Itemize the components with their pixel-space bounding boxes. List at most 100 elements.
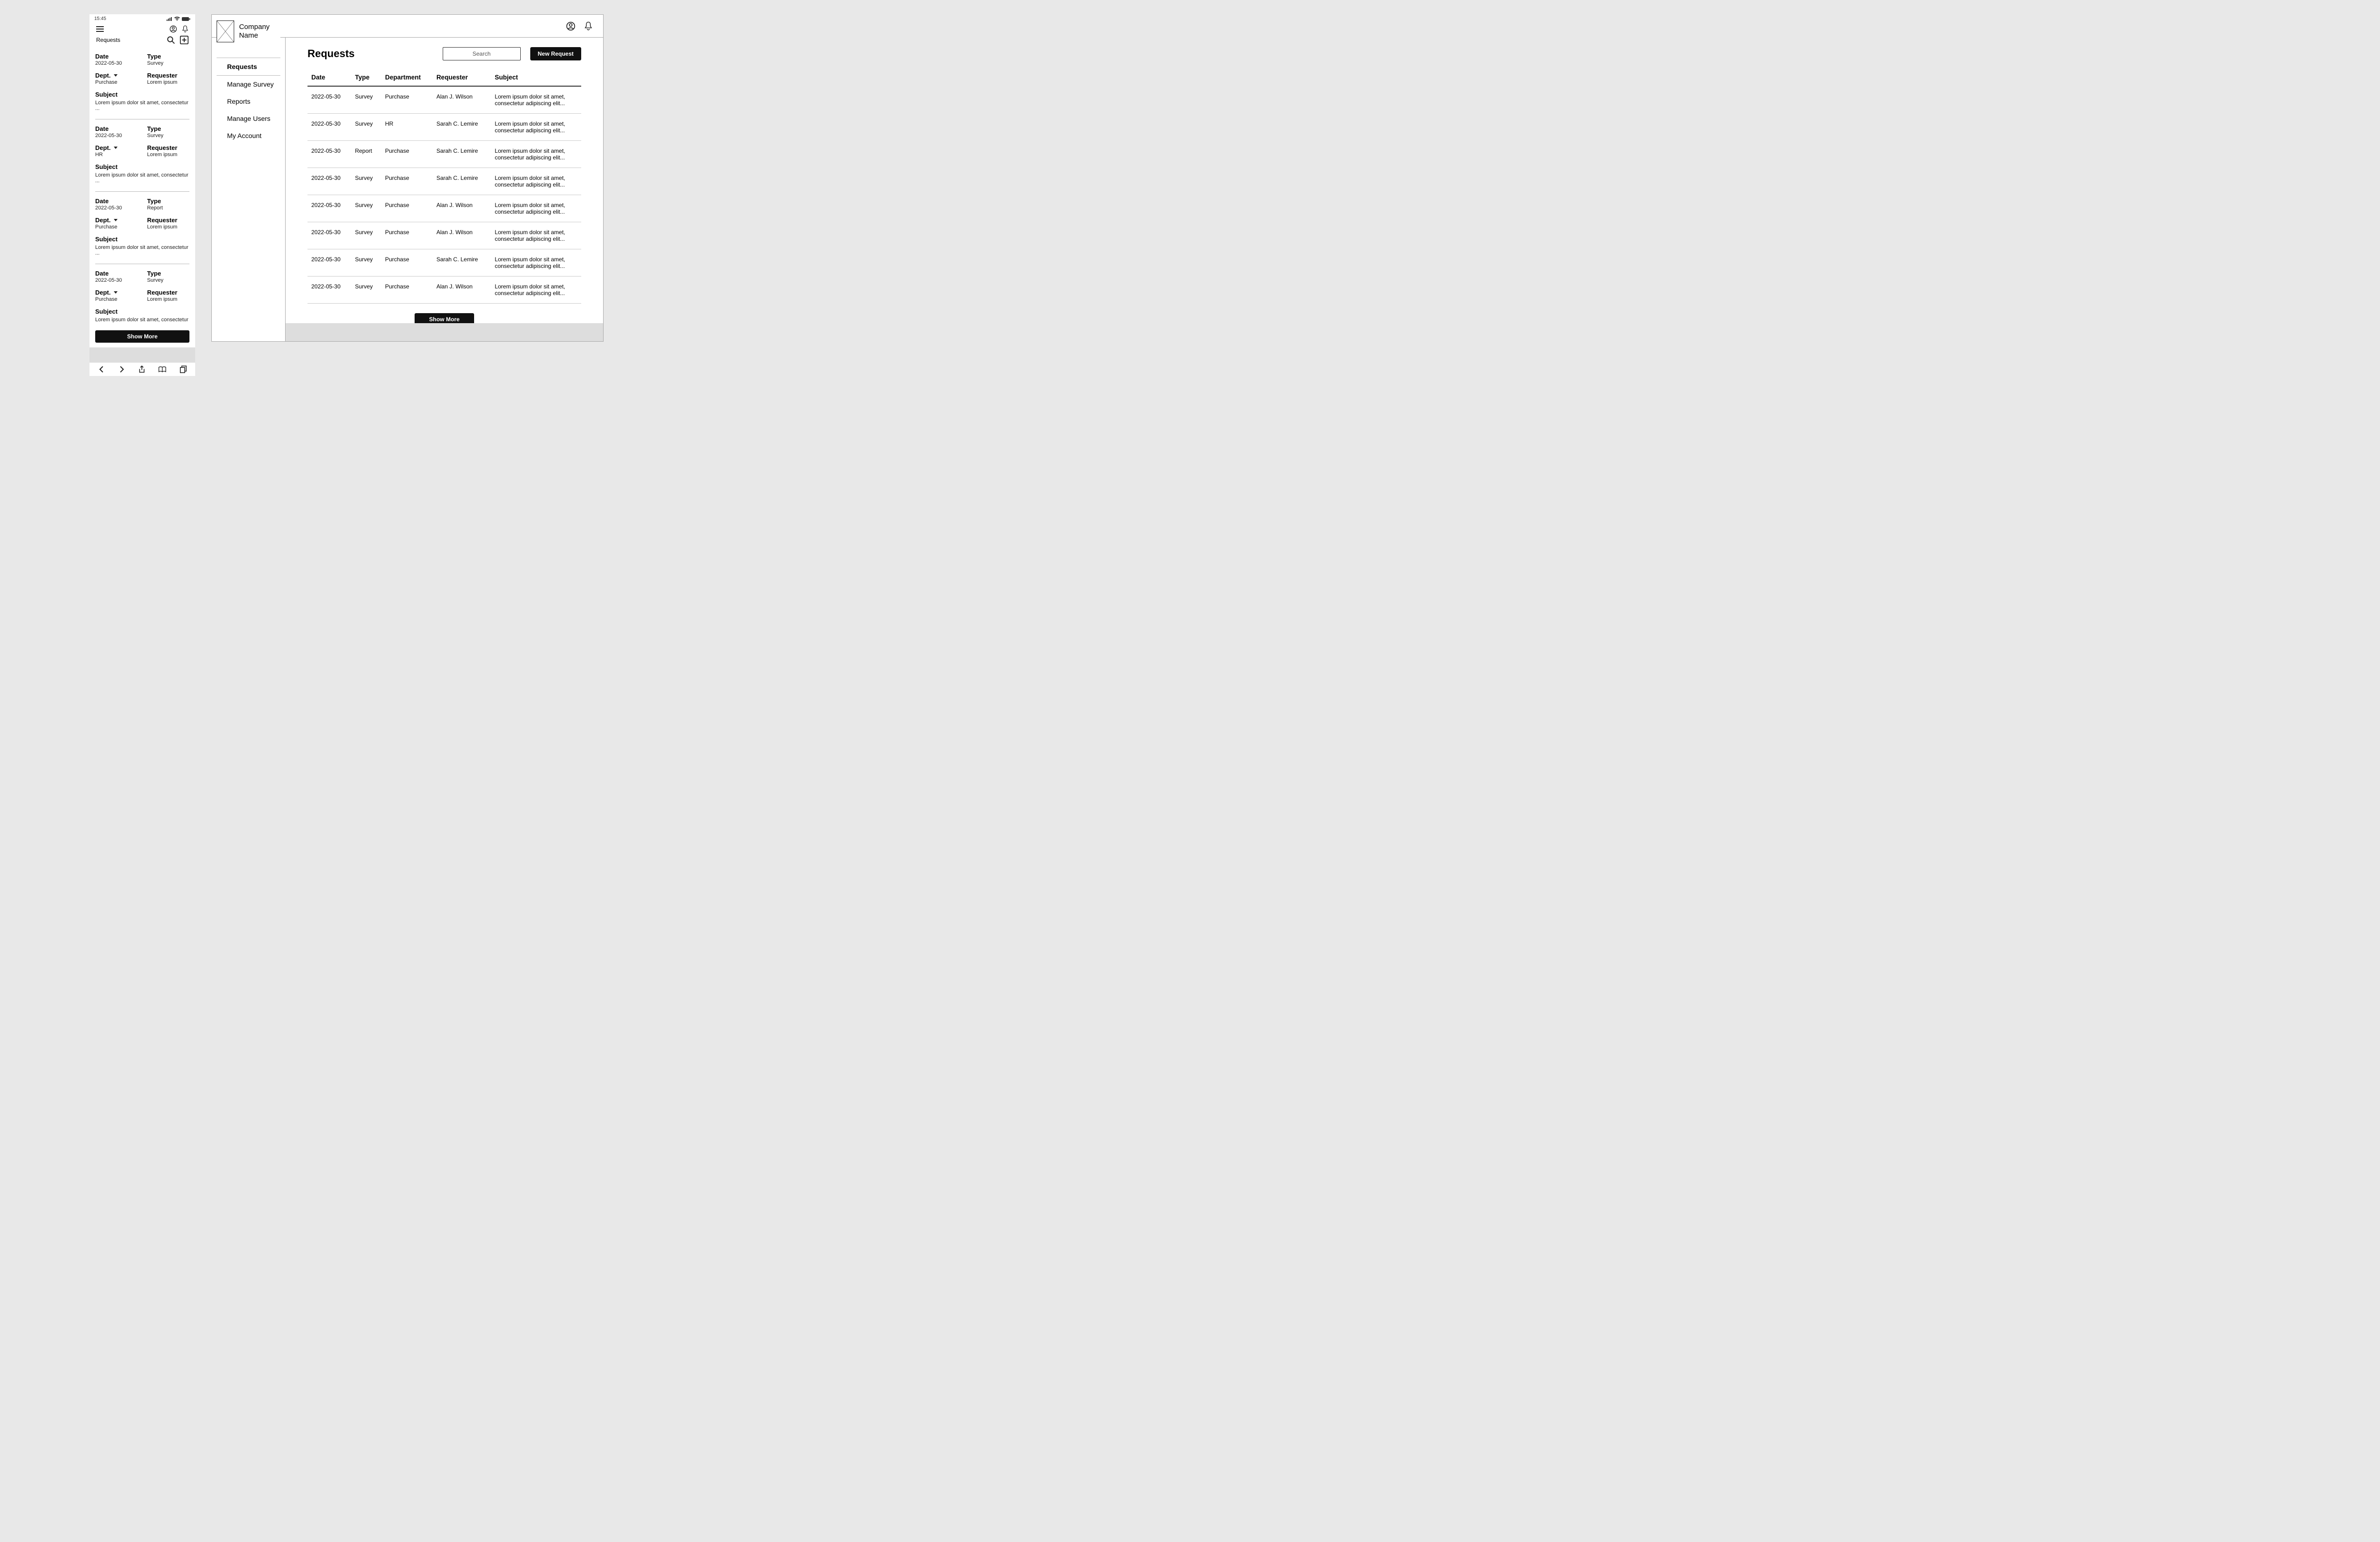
cell-requester: Sarah C. Lemire (433, 114, 491, 141)
chevron-down-icon (114, 291, 118, 294)
cell-department: Purchase (381, 195, 433, 222)
cell-department: Purchase (381, 86, 433, 114)
cell-type: Survey (351, 222, 381, 249)
menu-icon[interactable] (96, 26, 104, 32)
value-subject: Lorem ipsum dolor sit amet, consectetur … (95, 172, 189, 184)
cell-date: 2022-05-30 (307, 222, 351, 249)
value-date: 2022-05-30 (95, 60, 138, 66)
table-row[interactable]: 2022-05-30SurveyPurchaseSarah C. LemireL… (307, 168, 581, 195)
table-row[interactable]: 2022-05-30SurveyPurchaseAlan J. WilsonLo… (307, 195, 581, 222)
status-bar: 15:45 (89, 14, 195, 22)
cell-requester: Alan J. Wilson (433, 277, 491, 304)
cell-department: Purchase (381, 249, 433, 277)
chevron-down-icon (114, 219, 118, 222)
brand: Company Name (217, 15, 280, 53)
sidebar-item-manage-survey[interactable]: Manage Survey (217, 76, 280, 93)
requests-table: Date Type Department Requester Subject 2… (307, 74, 581, 304)
label-type: Type (147, 53, 189, 60)
label-date: Date (95, 198, 138, 205)
sidebar-item-requests[interactable]: Requests (217, 58, 280, 76)
value-date: 2022-05-30 (95, 277, 138, 283)
value-dept: Purchase (95, 79, 138, 85)
search-icon[interactable] (167, 36, 175, 44)
label-requester: Requester (147, 72, 189, 79)
cell-type: Survey (351, 249, 381, 277)
account-icon[interactable] (169, 25, 177, 33)
value-requester: Lorem ipsum (147, 152, 189, 158)
account-icon[interactable] (566, 21, 575, 31)
value-dept: Purchase (95, 297, 138, 302)
value-date: 2022-05-30 (95, 133, 138, 138)
label-requester: Requester (147, 217, 189, 224)
sidebar-item-reports[interactable]: Reports (217, 93, 280, 110)
value-type: Survey (147, 277, 189, 283)
cell-requester: Alan J. Wilson (433, 86, 491, 114)
cell-requester: Sarah C. Lemire (433, 168, 491, 195)
cell-subject: Lorem ipsum dolor sit amet, consectetur … (491, 168, 581, 195)
mobile-request-card[interactable]: Date2022-05-30TypeSurveyDept. PurchaseRe… (95, 264, 189, 326)
cell-subject: Lorem ipsum dolor sit amet, consectetur … (491, 86, 581, 114)
forward-icon[interactable] (119, 366, 125, 373)
back-icon[interactable] (98, 366, 105, 373)
mobile-topbar (89, 22, 195, 34)
logo-icon (217, 20, 234, 42)
bell-icon[interactable] (584, 21, 593, 31)
cell-department: Purchase (381, 277, 433, 304)
desktop-frame: Company Name Requests Manage Survey Repo… (211, 14, 604, 342)
cell-subject: Lorem ipsum dolor sit amet, consectetur … (491, 222, 581, 249)
sidebar-item-manage-users[interactable]: Manage Users (217, 110, 280, 127)
label-dept[interactable]: Dept. (95, 289, 138, 296)
show-more-button[interactable]: Show More (95, 330, 189, 343)
cell-requester: Sarah C. Lemire (433, 249, 491, 277)
book-icon[interactable] (159, 366, 166, 373)
label-dept[interactable]: Dept. (95, 217, 138, 224)
add-icon[interactable] (180, 36, 188, 44)
label-date: Date (95, 53, 138, 60)
mobile-request-card[interactable]: Date2022-05-30TypeReportDept. PurchaseRe… (95, 191, 189, 264)
table-row[interactable]: 2022-05-30SurveyPurchaseAlan J. WilsonLo… (307, 222, 581, 249)
col-department: Department (381, 74, 433, 86)
mobile-frame: 15:45 Requests Date2022-05-30TypeSurveyD… (89, 14, 195, 376)
cell-subject: Lorem ipsum dolor sit amet, consectetur … (491, 195, 581, 222)
cell-requester: Alan J. Wilson (433, 222, 491, 249)
cell-type: Survey (351, 114, 381, 141)
value-date: 2022-05-30 (95, 205, 138, 211)
mobile-heading-row: Requests (89, 34, 195, 47)
mobile-footer-gap (89, 347, 195, 363)
share-icon[interactable] (139, 366, 145, 373)
sidebar-item-my-account[interactable]: My Account (217, 127, 280, 144)
label-requester: Requester (147, 289, 189, 296)
cell-requester: Sarah C. Lemire (433, 141, 491, 168)
label-subject: Subject (95, 308, 189, 315)
search-input[interactable]: Search (443, 47, 521, 60)
copy-icon[interactable] (180, 366, 187, 373)
cell-date: 2022-05-30 (307, 114, 351, 141)
label-dept[interactable]: Dept. (95, 72, 138, 79)
mobile-card-list[interactable]: Date2022-05-30TypeSurveyDept. PurchaseRe… (89, 47, 195, 326)
main-header: Requests Search New Request (307, 47, 581, 60)
table-row[interactable]: 2022-05-30SurveyPurchaseAlan J. WilsonLo… (307, 86, 581, 114)
new-request-button[interactable]: New Request (530, 47, 581, 60)
value-dept: HR (95, 152, 138, 158)
cell-department: Purchase (381, 222, 433, 249)
mobile-request-card[interactable]: Date2022-05-30TypeSurveyDept. HRRequeste… (95, 119, 189, 191)
label-type: Type (147, 125, 189, 132)
table-row[interactable]: 2022-05-30SurveyPurchaseSarah C. LemireL… (307, 249, 581, 277)
cell-date: 2022-05-30 (307, 86, 351, 114)
label-subject: Subject (95, 163, 189, 170)
cell-department: Purchase (381, 168, 433, 195)
main: Requests Search New Request Date Type De… (286, 38, 603, 341)
label-dept[interactable]: Dept. (95, 144, 138, 151)
table-row[interactable]: 2022-05-30SurveyPurchaseAlan J. WilsonLo… (307, 277, 581, 304)
cell-department: Purchase (381, 141, 433, 168)
bell-icon[interactable] (182, 25, 188, 33)
cell-type: Survey (351, 195, 381, 222)
mobile-request-card[interactable]: Date2022-05-30TypeSurveyDept. PurchaseRe… (95, 47, 189, 119)
label-date: Date (95, 270, 138, 277)
value-requester: Lorem ipsum (147, 79, 189, 85)
table-row[interactable]: 2022-05-30ReportPurchaseSarah C. LemireL… (307, 141, 581, 168)
col-type: Type (351, 74, 381, 86)
table-row[interactable]: 2022-05-30SurveyHRSarah C. LemireLorem i… (307, 114, 581, 141)
cell-type: Report (351, 141, 381, 168)
sidebar-nav: Requests Manage Survey Reports Manage Us… (217, 58, 280, 144)
